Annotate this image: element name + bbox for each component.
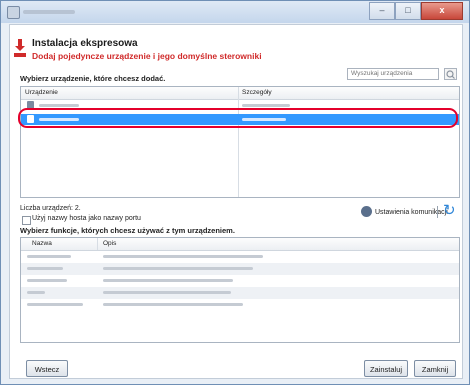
device-search-input[interactable]	[347, 68, 439, 80]
device-table-header: Urządzenie Szczegóły	[21, 87, 459, 100]
hostname-checkbox-label[interactable]: Użyj nazwy hosta jako nazwy portu	[32, 215, 141, 222]
table-row[interactable]	[21, 251, 459, 263]
separator	[437, 206, 438, 218]
app-icon	[7, 6, 20, 19]
function-description-redacted	[103, 303, 243, 306]
function-name-redacted	[27, 255, 71, 258]
search-icon	[446, 70, 455, 79]
table-row[interactable]	[21, 299, 459, 311]
functions-table-header: Nazwa Opis	[21, 238, 459, 251]
refresh-icon[interactable]: ↻	[443, 203, 456, 218]
function-description-redacted	[103, 255, 263, 258]
function-name-redacted	[27, 291, 45, 294]
column-name[interactable]: Nazwa	[32, 240, 52, 247]
hostname-checkbox[interactable]	[22, 216, 31, 225]
window-title-redacted	[23, 10, 75, 14]
table-row[interactable]	[21, 263, 459, 275]
title-bar: – □ x	[1, 1, 469, 23]
function-name-redacted	[27, 267, 63, 270]
device-count: Liczba urządzeń: 2.	[20, 205, 81, 212]
column-device[interactable]: Urządzenie	[25, 89, 58, 96]
function-name-redacted	[27, 279, 67, 282]
table-row[interactable]	[21, 287, 459, 299]
column-divider	[97, 238, 98, 250]
page-title: Instalacja ekspresowa	[32, 38, 138, 49]
gear-icon[interactable]	[361, 206, 372, 217]
back-button[interactable]: Wstecz	[26, 360, 68, 377]
maximize-button[interactable]: □	[395, 2, 421, 20]
function-description-redacted	[103, 291, 231, 294]
page-subtitle: Dodaj pojedyncze urządzenie i jego domyś…	[32, 51, 262, 61]
selection-highlight-annotation	[18, 108, 458, 128]
download-arrow-icon	[14, 39, 26, 57]
function-name-redacted	[27, 303, 83, 306]
minimize-button[interactable]: –	[369, 2, 395, 20]
function-description-redacted	[103, 267, 253, 270]
close-window-button[interactable]: x	[421, 2, 463, 20]
table-row[interactable]	[21, 275, 459, 287]
column-details[interactable]: Szczegóły	[242, 89, 272, 96]
functions-section-label: Wybierz funkcje, których chcesz używać z…	[20, 226, 235, 235]
device-details-redacted	[242, 104, 290, 107]
functions-table[interactable]: Nazwa Opis	[20, 237, 460, 343]
install-button[interactable]: Zainstaluj	[364, 360, 408, 377]
device-table[interactable]: Urządzenie Szczegóły	[20, 86, 460, 198]
device-name-redacted	[39, 104, 79, 107]
column-description[interactable]: Opis	[103, 240, 116, 247]
window-controls: – □ x	[369, 2, 463, 20]
function-description-redacted	[103, 279, 233, 282]
close-button[interactable]: Zamknij	[414, 360, 456, 377]
device-section-label: Wybierz urządzenie, które chcesz dodać.	[20, 74, 166, 83]
search-button[interactable]	[444, 68, 457, 80]
